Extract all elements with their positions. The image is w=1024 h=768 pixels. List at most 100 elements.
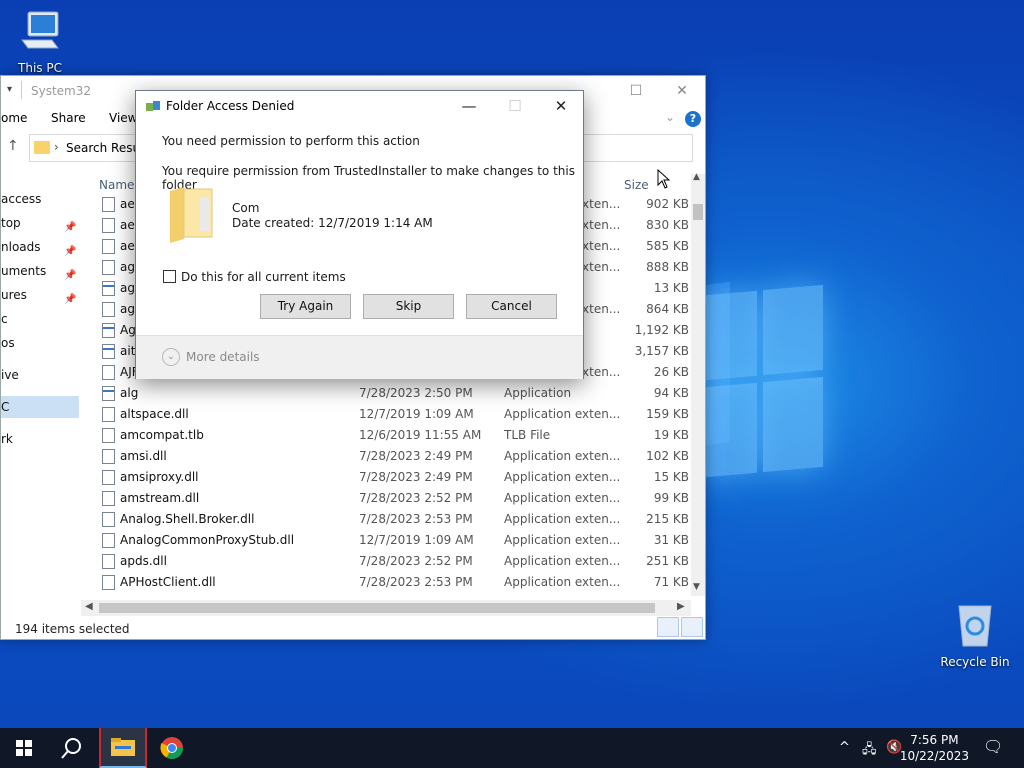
file-date: 12/7/2019 1:09 AM — [359, 407, 474, 421]
hscroll-thumb[interactable] — [99, 603, 655, 613]
table-row[interactable]: amsiproxy.dll 7/28/2023 2:49 PM Applicatio… — [96, 467, 693, 488]
table-row[interactable]: APHostClient.dll 7/28/2023 2:53 PM Applica… — [96, 572, 693, 593]
table-row[interactable]: apds.dll 7/28/2023 2:52 PM Application ext… — [96, 551, 693, 572]
search-button[interactable] — [48, 728, 96, 768]
action-center-icon[interactable]: 🗨 — [983, 737, 1003, 756]
scroll-down-icon[interactable]: ▼ — [693, 582, 700, 592]
expand-ribbon-icon[interactable]: ⌄ — [665, 110, 675, 124]
mouse-pointer-icon — [657, 169, 671, 189]
dll-file-icon — [102, 302, 115, 317]
file-date: 7/28/2023 2:52 PM — [359, 554, 473, 568]
file-size: 71 KB — [653, 575, 689, 589]
nav-item-onedrive[interactable]: ive — [1, 364, 79, 386]
show-hidden-icons-chevron[interactable]: ^ — [839, 740, 850, 755]
dll-file-icon — [102, 491, 115, 506]
file-size: 159 KB — [646, 407, 689, 421]
horizontal-scrollbar[interactable]: ◀ ▶ — [81, 600, 691, 616]
dll-file-icon — [102, 239, 115, 254]
dialog-close-button[interactable]: ✕ — [538, 91, 584, 121]
up-arrow-icon[interactable]: ↑ — [7, 138, 19, 154]
clock-time: 7:56 PM — [910, 733, 959, 747]
more-details-link[interactable]: More details — [186, 350, 260, 364]
file-type: Application exten... — [504, 491, 621, 505]
vertical-scrollbar[interactable]: ▲ ▼ — [691, 172, 705, 596]
table-row[interactable]: altspace.dll 12/7/2019 1:09 AM Application… — [96, 404, 693, 425]
apply-to-all-label[interactable]: Do this for all current items — [181, 270, 346, 284]
taskbar: ^ 🖧 🔇 7:56 PM 10/22/2023 🗨 — [0, 728, 1024, 768]
apply-to-all-checkbox[interactable] — [163, 270, 176, 283]
scroll-up-icon[interactable]: ▲ — [693, 172, 700, 182]
file-icon — [102, 428, 115, 443]
table-row[interactable]: AnalogCommonProxyStub.dll 12/7/2019 1:09 … — [96, 530, 693, 551]
application-file-icon — [102, 323, 115, 338]
start-button[interactable] — [0, 728, 48, 768]
dll-file-icon — [102, 512, 115, 527]
file-date: 12/7/2019 1:09 AM — [359, 533, 474, 547]
application-file-icon — [102, 386, 115, 401]
table-row[interactable]: amstream.dll 7/28/2023 2:52 PM Application… — [96, 488, 693, 509]
try-again-button[interactable]: Try Again — [260, 294, 351, 319]
desktop-icon-label: Recycle Bin — [940, 655, 1010, 669]
folder-icon — [34, 141, 50, 154]
file-name: AnalogCommonProxyStub.dll — [120, 533, 295, 547]
file-name: amsiproxy.dll — [120, 470, 199, 484]
dialog-minimize-button[interactable]: — — [446, 91, 492, 121]
dialog-footer: ⌄ More details — [136, 335, 583, 379]
file-type: Application exten... — [504, 407, 621, 421]
file-date: 7/28/2023 2:53 PM — [359, 512, 473, 526]
table-row[interactable]: amcompat.tlb 12/6/2019 11:55 AM TLB File 19… — [96, 425, 693, 446]
dll-file-icon — [102, 260, 115, 275]
desktop-icon-recycle-bin[interactable]: Recycle Bin — [935, 602, 1015, 669]
file-size: 13 KB — [653, 281, 689, 295]
navigation-pane: access top 📌 nloads 📌 uments 📌 ures 📌 c os i… — [1, 174, 79, 614]
cancel-button[interactable]: Cancel — [466, 294, 557, 319]
nav-item-quick-access[interactable]: access — [1, 188, 79, 210]
scroll-right-icon[interactable]: ▶ — [677, 601, 685, 612]
file-size: 864 KB — [646, 302, 689, 316]
file-name: altspace.dll — [120, 407, 189, 421]
nav-item-this-pc[interactable]: C — [1, 396, 79, 418]
dll-file-icon — [102, 449, 115, 464]
file-size: 1,192 KB — [634, 323, 689, 337]
file-size: 99 KB — [653, 491, 689, 505]
nav-item-pictures[interactable]: ures 📌 — [1, 284, 79, 306]
details-view-icon[interactable] — [657, 617, 679, 637]
table-row[interactable]: amsi.dll 7/28/2023 2:49 PM Application ext… — [96, 446, 693, 467]
dll-file-icon — [102, 197, 115, 212]
nav-item-downloads[interactable]: nloads 📌 — [1, 236, 79, 258]
dialog-heading: You need permission to perform this acti… — [162, 134, 420, 148]
file-size: 26 KB — [653, 365, 689, 379]
tab-view[interactable]: View — [109, 111, 137, 125]
large-icons-view-icon[interactable] — [681, 617, 703, 637]
help-icon[interactable]: ? — [685, 111, 701, 127]
nav-item-desktop[interactable]: top 📌 — [1, 212, 79, 234]
nav-item-network[interactable]: rk — [1, 428, 79, 450]
tab-share[interactable]: Share — [51, 111, 86, 125]
search-icon — [61, 738, 81, 759]
file-type: TLB File — [504, 428, 551, 442]
breadcrumb-chevron-icon: › — [54, 140, 59, 154]
application-file-icon — [102, 281, 115, 296]
nav-item-music[interactable]: c — [1, 308, 79, 330]
tab-home[interactable]: ome — [1, 111, 27, 125]
table-row[interactable]: alg 7/28/2023 2:50 PM Application 94 KB — [96, 383, 693, 404]
skip-button[interactable]: Skip — [363, 294, 454, 319]
expand-chevron-icon[interactable]: ⌄ — [162, 348, 180, 366]
nav-item-videos[interactable]: os — [1, 332, 79, 354]
scroll-thumb[interactable] — [693, 204, 703, 220]
scroll-left-icon[interactable]: ◀ — [85, 601, 93, 612]
table-row[interactable]: Analog.Shell.Broker.dll 7/28/2023 2:53 PM… — [96, 509, 693, 530]
network-icon[interactable]: 🖧 — [862, 740, 877, 762]
quick-access-dropdown-icon[interactable]: ▾ — [7, 84, 12, 95]
dll-file-icon — [102, 365, 115, 380]
dialog-titlebar[interactable]: Folder Access Denied — ☐ ✕ — [136, 91, 583, 121]
desktop-icon-this-pc[interactable]: This PC — [0, 8, 80, 75]
clock[interactable]: 7:56 PM 10/22/2023 — [900, 732, 969, 764]
close-button[interactable]: ✕ — [659, 76, 705, 106]
taskbar-file-explorer[interactable] — [99, 728, 147, 768]
maximize-button[interactable]: ☐ — [613, 76, 659, 106]
nav-item-documents[interactable]: uments 📌 — [1, 260, 79, 282]
taskbar-chrome[interactable] — [148, 728, 196, 768]
recycle-bin-icon — [935, 602, 1015, 651]
folder-access-denied-dialog: Folder Access Denied — ☐ ✕ You need perm… — [135, 90, 584, 379]
